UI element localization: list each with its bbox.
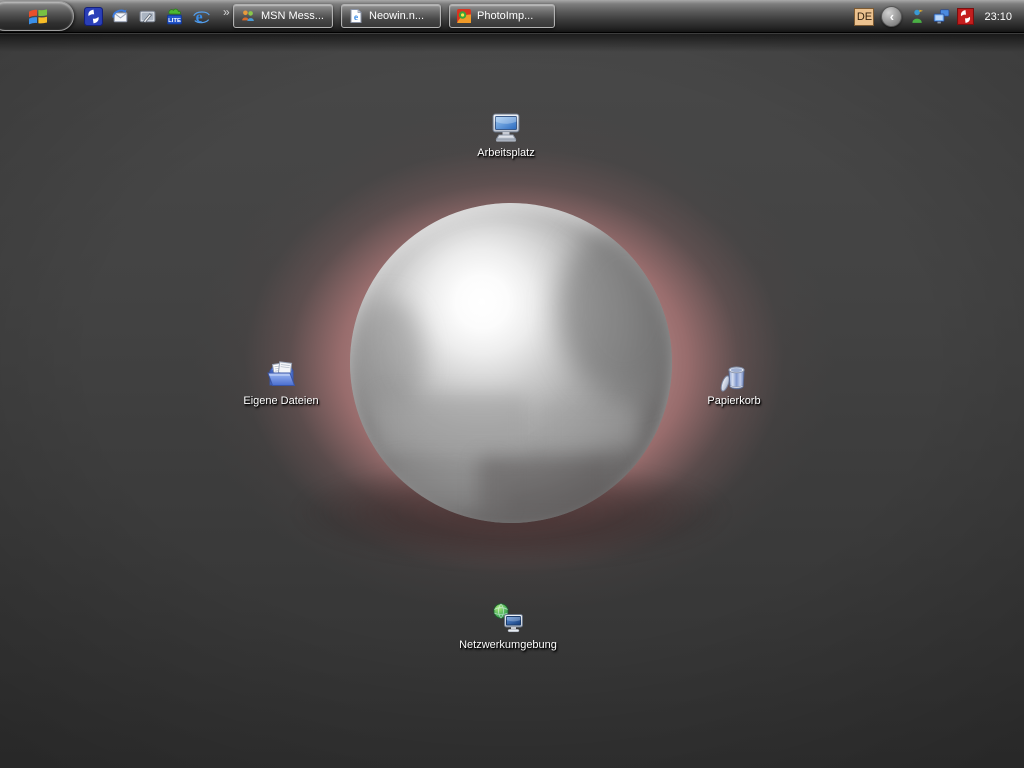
taskbar-button-neowin[interactable]: e Neowin.n... <box>341 4 441 28</box>
taskbar-button-label: Neowin.n... <box>369 10 425 22</box>
network-places-icon <box>493 603 523 633</box>
red-swoosh-app-icon[interactable] <box>957 8 975 25</box>
wallpaper-chrome-sphere <box>350 203 672 523</box>
desktop-icon-my-computer[interactable]: Arbeitsplatz <box>451 110 561 159</box>
taskbar-button-label: PhotoImp... <box>477 10 534 22</box>
desktop-icon-label: Eigene Dateien <box>243 395 319 407</box>
desktop-icon-label: Netzwerkumgebung <box>459 639 557 651</box>
svg-text:LITE: LITE <box>168 18 181 24</box>
messenger-status-icon[interactable] <box>909 8 926 25</box>
my-documents-icon <box>267 361 296 386</box>
desktop-icon-label: Papierkorb <box>707 395 761 407</box>
lite-app-icon[interactable]: LITE <box>165 7 184 26</box>
tray-clock[interactable]: 23:10 <box>984 11 1012 23</box>
show-desktop-icon[interactable] <box>138 7 157 26</box>
system-tray: DE ‹ 23:10 <box>854 0 1024 33</box>
desktop-screen: Arbeitsplatz Eigene Dateien Papierkorb N… <box>0 0 1024 768</box>
ie-document-icon: e <box>350 8 362 23</box>
language-indicator[interactable]: DE <box>854 7 875 26</box>
desktop-icon-label: Arbeitsplatz <box>477 147 535 159</box>
taskbar-window-buttons: MSN Mess... e Neowin.n... PhotoImp... <box>233 4 555 28</box>
photoimpact-icon <box>457 9 471 23</box>
network-connection-icon[interactable] <box>933 8 950 25</box>
recycle-bin-icon <box>720 366 745 392</box>
msn-messenger-icon <box>242 10 254 21</box>
desktop-icon-my-documents[interactable]: Eigene Dateien <box>226 358 336 407</box>
taskbar-button-photoimpact[interactable]: PhotoImp... <box>449 4 555 28</box>
quick-launch-bar: LITE e » <box>84 0 230 33</box>
my-computer-icon <box>492 113 520 142</box>
taskbar-button-msn-messenger[interactable]: MSN Mess... <box>233 4 333 28</box>
windows-flag-icon <box>29 8 47 24</box>
blue-swoosh-app-icon[interactable] <box>84 7 103 26</box>
desktop-icon-recycle-bin[interactable]: Papierkorb <box>679 358 789 407</box>
svg-text:e: e <box>354 13 358 23</box>
quick-launch-overflow-chevron[interactable]: » <box>223 6 230 18</box>
outlook-express-icon[interactable] <box>111 7 130 26</box>
taskbar-button-label: MSN Mess... <box>261 10 324 22</box>
taskbar: LITE e » MSN Mess... e Neowin.n... Photo… <box>0 0 1024 33</box>
tray-collapse-chevron[interactable]: ‹ <box>881 6 903 27</box>
start-button[interactable] <box>0 1 74 31</box>
desktop-wallpaper: Arbeitsplatz Eigene Dateien Papierkorb N… <box>0 34 1024 768</box>
desktop-icon-network-places[interactable]: Netzwerkumgebung <box>453 602 563 651</box>
internet-explorer-icon[interactable]: e <box>192 7 211 26</box>
